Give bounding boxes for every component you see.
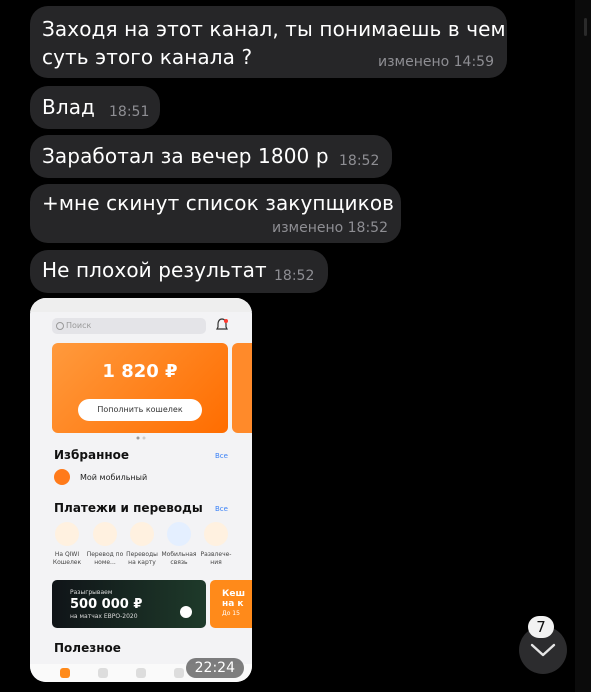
tile-label: Мобильная связь	[161, 551, 197, 566]
topup-button: Пополнить кошелек	[78, 399, 202, 421]
phone-status-bar	[30, 298, 252, 312]
next-card	[232, 343, 252, 433]
tile-label: Развлече-ния	[200, 551, 232, 566]
message-text: Влад	[42, 95, 95, 119]
useful-title: Полезное	[54, 641, 121, 655]
football-icon	[180, 606, 192, 618]
tab-icon	[98, 668, 108, 678]
promo-banner: Разыгрываем 500 000 ₽ на матчах ЕВРО-202…	[52, 580, 206, 628]
qiwi-wallet-icon	[55, 522, 79, 546]
mobile-connection-icon	[167, 522, 191, 546]
video-duration: 22:24	[185, 658, 244, 678]
tab-icon	[60, 668, 70, 678]
trophy-icon	[204, 522, 228, 546]
search-icon	[56, 322, 64, 330]
message-time: изменено 18:52	[272, 220, 388, 236]
message-bubble[interactable]: Заходя на этот канал, ты понимаешь в чем…	[30, 6, 507, 78]
message-time: 18:52	[274, 268, 315, 284]
tab-icon	[136, 668, 146, 678]
scrollbar-track[interactable]	[575, 0, 591, 692]
chevron-down-icon	[530, 643, 556, 657]
message-text: +мне скинут список закупщиков	[42, 191, 395, 215]
banner2-title: Кеш на к	[222, 589, 246, 609]
message-text: Заработал за вечер 1800 р	[42, 144, 329, 168]
tab-icon	[174, 668, 184, 678]
scrollbar-thumb[interactable]	[584, 18, 587, 36]
balance-amount: 1 820 ₽	[102, 361, 178, 382]
message-bubble[interactable]: Влад 18:51	[30, 86, 160, 129]
transfer-phone-icon	[93, 522, 117, 546]
banner-amount: 500 000 ₽	[70, 597, 143, 612]
payments-title: Платежи и переводы	[54, 501, 203, 515]
promo-banner-2: Кеш на к До 15	[210, 580, 252, 628]
search-placeholder: Поиск	[66, 321, 92, 330]
favorite-item: Мой мобильный	[80, 473, 148, 482]
banner-sub: на матчах ЕВРО-2020	[70, 613, 138, 620]
card-transfer-icon	[130, 522, 154, 546]
message-text: суть этого канала ?	[42, 45, 253, 69]
message-bubble[interactable]: Не плохой результат 18:52	[30, 250, 328, 293]
tile-label: На QIWI Кошелек	[52, 551, 82, 566]
banner2-sub: До 15	[222, 610, 240, 617]
message-bubble[interactable]: Заработал за вечер 1800 р 18:52	[30, 135, 392, 178]
carousel-dots	[136, 436, 146, 440]
unread-count-badge: 7	[528, 616, 554, 638]
media-preview[interactable]: Поиск 1 820 ₽ Пополнить кошелек Избранно…	[30, 298, 252, 682]
payments-all-link: Все	[215, 505, 228, 513]
balance-card: 1 820 ₽ Пополнить кошелек	[52, 343, 228, 433]
message-time: 18:52	[339, 153, 380, 169]
message-time: изменено 14:59	[378, 54, 494, 70]
tile-label: Переводы на карту	[126, 551, 158, 566]
message-time: 18:51	[109, 104, 150, 120]
message-bubble[interactable]: +мне скинут список закупщиков изменено 1…	[30, 184, 401, 243]
phone-search-field: Поиск	[52, 318, 206, 334]
favorites-title: Избранное	[54, 448, 130, 462]
mobile-icon	[54, 469, 70, 485]
bell-icon	[216, 318, 228, 330]
tile-label: Перевод по номе...	[86, 551, 124, 566]
message-text: Не плохой результат	[42, 258, 267, 282]
message-text: Заходя на этот канал, ты понимаешь в чем	[42, 17, 506, 41]
chat-history[interactable]: Заходя на этот канал, ты понимаешь в чем…	[0, 0, 575, 692]
favorites-all-link: Все	[215, 452, 228, 460]
banner-small: Разыгрываем	[70, 589, 113, 596]
